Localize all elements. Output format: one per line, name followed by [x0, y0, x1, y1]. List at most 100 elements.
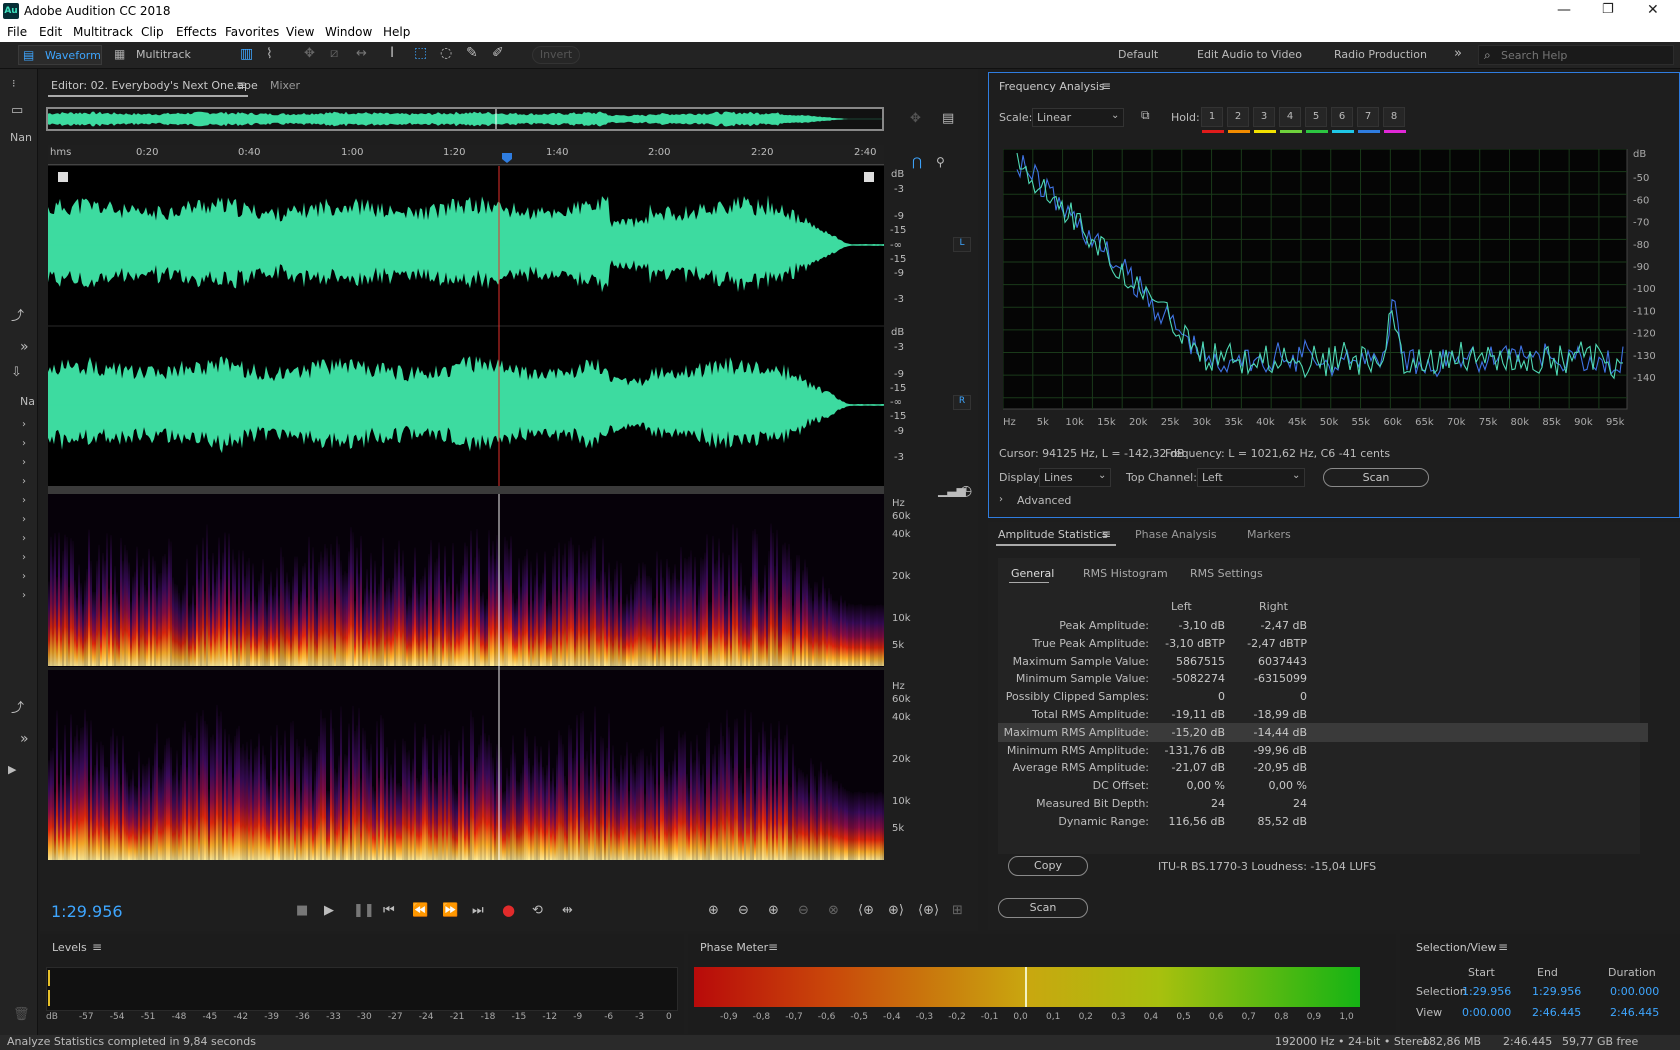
- hold-button-2[interactable]: 2: [1227, 107, 1250, 133]
- waveform-display[interactable]: [48, 166, 884, 486]
- snap-icon[interactable]: ⋂: [912, 155, 922, 169]
- top-channel-select[interactable]: Left ⌄: [1197, 468, 1305, 487]
- hold-button-8[interactable]: 8: [1383, 107, 1406, 133]
- expand-panel-icon[interactable]: »: [20, 339, 29, 355]
- channel-left-toggle[interactable]: L: [953, 237, 971, 252]
- tab-amplitude-statistics[interactable]: Amplitude Statistics: [998, 528, 1108, 541]
- insert-icon-2[interactable]: ⤴: [11, 697, 24, 716]
- view-end-field[interactable]: 2:46.445: [1532, 1006, 1581, 1019]
- waveform-view-button[interactable]: ▤ Waveform: [18, 45, 102, 65]
- menu-effects[interactable]: Effects: [176, 25, 217, 39]
- amplitude-panel-menu-icon[interactable]: ≡: [1101, 527, 1111, 541]
- expand-arrows-icon[interactable]: › › › › › › › › › ›: [22, 415, 26, 605]
- tab-phase-analysis[interactable]: Phase Analysis: [1135, 528, 1217, 541]
- levels-menu-icon[interactable]: ≡: [92, 940, 102, 954]
- workspace-default[interactable]: Default: [1118, 48, 1158, 61]
- selection-view-menu-icon[interactable]: ≡: [1498, 940, 1508, 954]
- zoom-to-fit-icon[interactable]: ⊞: [952, 903, 963, 918]
- zoom-in-at-end-icon[interactable]: ⊕⟩: [888, 903, 904, 918]
- subtab-rms-settings[interactable]: RMS Settings: [1190, 567, 1263, 580]
- lasso-tool-icon[interactable]: ◌: [440, 45, 452, 61]
- multitrack-view-button[interactable]: ▦ Multitrack: [110, 45, 200, 65]
- chevron-right-icon[interactable]: ›: [999, 494, 1003, 505]
- marquee-tool-icon[interactable]: ⬚: [414, 45, 427, 61]
- loop-playback-button[interactable]: ⟲: [532, 903, 543, 918]
- view-duration-field[interactable]: 2:46.445: [1610, 1006, 1659, 1019]
- time-selection-tool-icon[interactable]: I: [390, 45, 394, 61]
- close-button[interactable]: ✕: [1647, 2, 1659, 18]
- open-file-icon[interactable]: ▭: [11, 103, 23, 118]
- advanced-toggle[interactable]: Advanced: [1017, 494, 1071, 507]
- tab-markers[interactable]: Markers: [1247, 528, 1291, 541]
- pause-button[interactable]: ❚❚: [353, 903, 375, 918]
- stop-button[interactable]: ■: [296, 903, 308, 918]
- play-preview-icon[interactable]: ▶: [8, 763, 16, 776]
- move-tool-icon[interactable]: ✥: [304, 46, 315, 61]
- display-select[interactable]: Lines ⌄: [1039, 468, 1111, 487]
- menu-edit[interactable]: Edit: [39, 25, 62, 39]
- insert-icon[interactable]: ⤴: [11, 305, 24, 324]
- hold-button-5[interactable]: 5: [1305, 107, 1328, 133]
- hold-button-3[interactable]: 3: [1253, 107, 1276, 133]
- skip-selection-button[interactable]: ⇹: [562, 903, 573, 918]
- marker-pin-icon[interactable]: ⚲: [936, 155, 945, 169]
- spectral-timer-icon[interactable]: ◷: [960, 483, 972, 499]
- menu-view[interactable]: View: [286, 25, 314, 39]
- menu-favorites[interactable]: Favorites: [225, 25, 279, 39]
- go-to-end-button[interactable]: ⏭: [472, 903, 484, 918]
- hold-button-1[interactable]: 1: [1201, 107, 1224, 133]
- subtab-general[interactable]: General: [1011, 567, 1054, 580]
- menu-multitrack[interactable]: Multitrack: [73, 25, 133, 39]
- time-ruler[interactable]: hms 0:20 0:40 1:00 1:20 1:40 2:00 2:20 2…: [48, 145, 884, 165]
- hold-button-7[interactable]: 7: [1357, 107, 1380, 133]
- subtab-rms-histogram[interactable]: RMS Histogram: [1083, 567, 1168, 580]
- more-workspaces-icon[interactable]: »: [1454, 46, 1462, 61]
- restore-button[interactable]: ❐: [1602, 2, 1614, 17]
- frequency-graph[interactable]: dB -50 -60 -70 -80 -90 -100 -110 -120 -130 -140 Hz…: [1003, 149, 1677, 429]
- zoom-out-amplitude-icon[interactable]: ⊖: [738, 903, 749, 918]
- spot-healing-tool-icon[interactable]: ✐: [492, 45, 504, 61]
- go-to-start-button[interactable]: ⏮: [383, 903, 395, 918]
- brush-tool-icon[interactable]: ✎: [466, 45, 478, 61]
- zoom-in-amplitude-icon[interactable]: ⊕: [708, 903, 719, 918]
- spectral-display[interactable]: [48, 494, 884, 860]
- phase-meter-menu-icon[interactable]: ≡: [768, 940, 778, 954]
- minimize-button[interactable]: —: [1557, 2, 1571, 18]
- current-time-display[interactable]: 1:29.956: [51, 902, 123, 921]
- panel-options-icon[interactable]: ▤: [942, 111, 954, 126]
- overview-navigator[interactable]: [46, 107, 884, 131]
- play-button[interactable]: ▶: [324, 903, 334, 918]
- mixer-tab[interactable]: Mixer: [270, 79, 300, 92]
- zoom-in-time-icon[interactable]: ⊕: [768, 903, 779, 918]
- selection-duration-field[interactable]: 0:00.000: [1610, 985, 1659, 998]
- zoom-in-at-start-icon[interactable]: ⟨⊕: [858, 903, 874, 918]
- scale-select[interactable]: Linear ⌄: [1032, 108, 1124, 127]
- playhead-marker[interactable]: [502, 153, 512, 163]
- slip-tool-icon[interactable]: ↔: [356, 46, 367, 61]
- search-help-box[interactable]: ⌕: [1478, 45, 1674, 65]
- workspace-edit-audio-to-video[interactable]: Edit Audio to Video: [1197, 48, 1302, 61]
- spectral-frequency-icon[interactable]: ▥: [240, 46, 253, 62]
- zoom-out-full-icon[interactable]: ⊗: [828, 903, 839, 918]
- frequency-panel-menu-icon[interactable]: ≡: [1101, 79, 1111, 93]
- menu-window[interactable]: Window: [325, 25, 372, 39]
- expand-panel-icon-2[interactable]: »: [20, 731, 29, 747]
- import-icon[interactable]: ⇩: [11, 365, 22, 380]
- menu-clip[interactable]: Clip: [141, 25, 164, 39]
- zoom-selection-icon[interactable]: ⟨⊕⟩: [918, 903, 939, 918]
- menu-help[interactable]: Help: [383, 25, 410, 39]
- workspace-radio-production[interactable]: Radio Production: [1334, 48, 1427, 61]
- channel-right-toggle[interactable]: R: [953, 395, 971, 410]
- selection-start-field[interactable]: 1:29.956: [1462, 985, 1511, 998]
- razor-tool-icon[interactable]: ⧄: [330, 46, 338, 61]
- record-button[interactable]: ●: [502, 901, 515, 919]
- waveform-spectral-divider[interactable]: [48, 486, 884, 494]
- search-help-input[interactable]: [1501, 47, 1669, 63]
- zoom-out-time-icon[interactable]: ⊖: [798, 903, 809, 918]
- selection-end-field[interactable]: 1:29.956: [1532, 985, 1581, 998]
- spectral-pitch-icon[interactable]: ⌇: [266, 46, 273, 62]
- hold-button-4[interactable]: 4: [1279, 107, 1302, 133]
- view-start-field[interactable]: 0:00.000: [1462, 1006, 1511, 1019]
- spectrum-options-icon[interactable]: ⧉: [1141, 108, 1150, 123]
- rewind-button[interactable]: ⏪: [412, 903, 428, 918]
